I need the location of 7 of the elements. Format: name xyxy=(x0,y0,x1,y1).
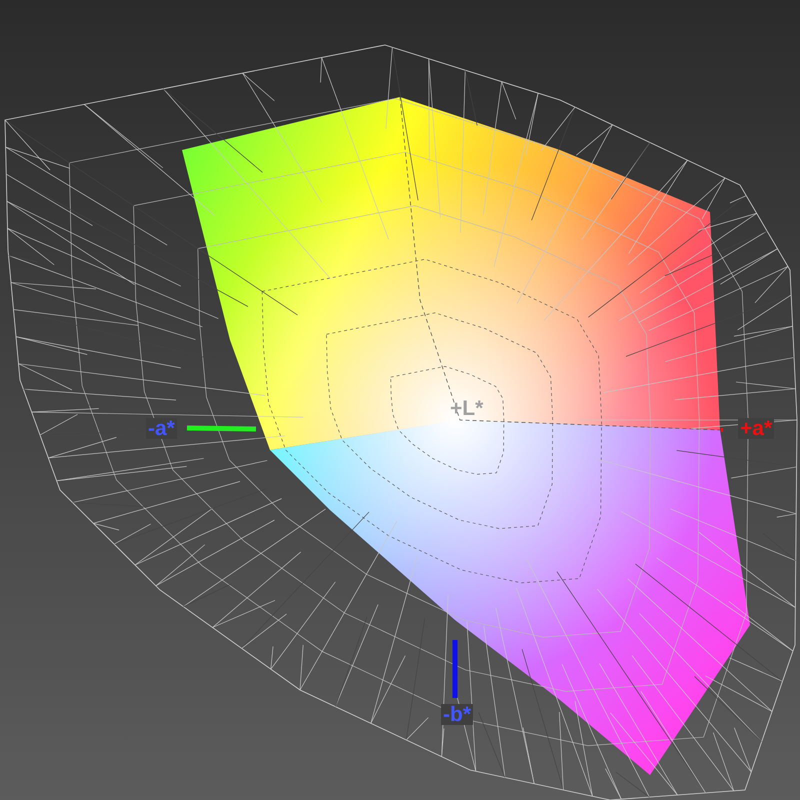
axis-label: +a* xyxy=(738,418,774,439)
axis-label: -a* xyxy=(146,418,177,439)
axis-line xyxy=(186,426,256,432)
axis-line xyxy=(452,640,458,698)
axis-label: +L* xyxy=(449,398,484,419)
axis-label: -b* xyxy=(441,704,473,725)
axis-line xyxy=(721,428,723,432)
